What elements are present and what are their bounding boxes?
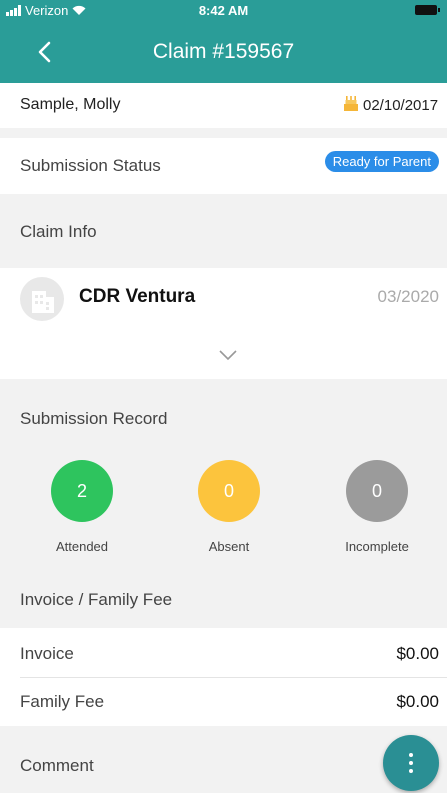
- chevron-down-icon[interactable]: [218, 348, 238, 362]
- child-info-row: Sample, Molly 02/10/2017: [0, 83, 447, 128]
- invoice-header: Invoice / Family Fee: [0, 572, 447, 628]
- provider-avatar: [20, 277, 64, 321]
- claim-period: 03/2020: [377, 287, 439, 306]
- family-fee-value: $0.00: [396, 692, 439, 711]
- submission-status-row: Submission Status Ready for Parent: [0, 138, 447, 194]
- building-icon: [32, 291, 54, 313]
- invoice-value: $0.00: [396, 644, 439, 663]
- battery-icon: [415, 5, 440, 15]
- submission-record-label: Submission Record: [20, 409, 168, 428]
- incomplete-label: Incomplete: [345, 539, 409, 554]
- claim-info-label: Claim Info: [20, 222, 97, 241]
- comment-header: Comment: [0, 738, 447, 793]
- claim-info-card[interactable]: CDR Ventura 03/2020: [0, 268, 447, 379]
- birthday-cake-icon: [344, 96, 358, 111]
- more-actions-button[interactable]: [383, 735, 439, 791]
- page-title: Claim #159567: [152, 40, 295, 63]
- invoice-section-label: Invoice / Family Fee: [20, 590, 173, 609]
- invoice-row: Invoice $0.00: [0, 628, 447, 678]
- child-birthdate: 02/10/2017: [363, 97, 439, 114]
- family-fee-label: Family Fee: [20, 692, 105, 711]
- child-name: Sample, Molly: [20, 96, 121, 113]
- absent-label: Absent: [208, 539, 250, 554]
- submission-status-label: Submission Status: [20, 156, 161, 175]
- family-fee-row: Family Fee $0.00: [0, 678, 447, 726]
- nav-bar: Claim #159567: [0, 20, 447, 83]
- status-bar: Verizon 8:42 AM: [0, 0, 447, 20]
- status-badge: Ready for Parent: [324, 151, 439, 172]
- incomplete-count[interactable]: 0: [346, 460, 408, 522]
- submission-record-header: Submission Record: [0, 391, 447, 447]
- invoice-label: Invoice: [20, 644, 74, 663]
- attended-count[interactable]: 2: [51, 460, 113, 522]
- absent-count[interactable]: 0: [198, 460, 260, 522]
- provider-name: CDR Ventura: [79, 286, 196, 307]
- status-time: 8:42 AM: [198, 3, 249, 18]
- attended-label: Attended: [55, 539, 109, 554]
- comment-label: Comment: [20, 756, 94, 775]
- claim-info-header: Claim Info: [0, 205, 447, 259]
- submission-record-panel: 2 Attended 0 Absent 0 Incomplete: [0, 447, 447, 570]
